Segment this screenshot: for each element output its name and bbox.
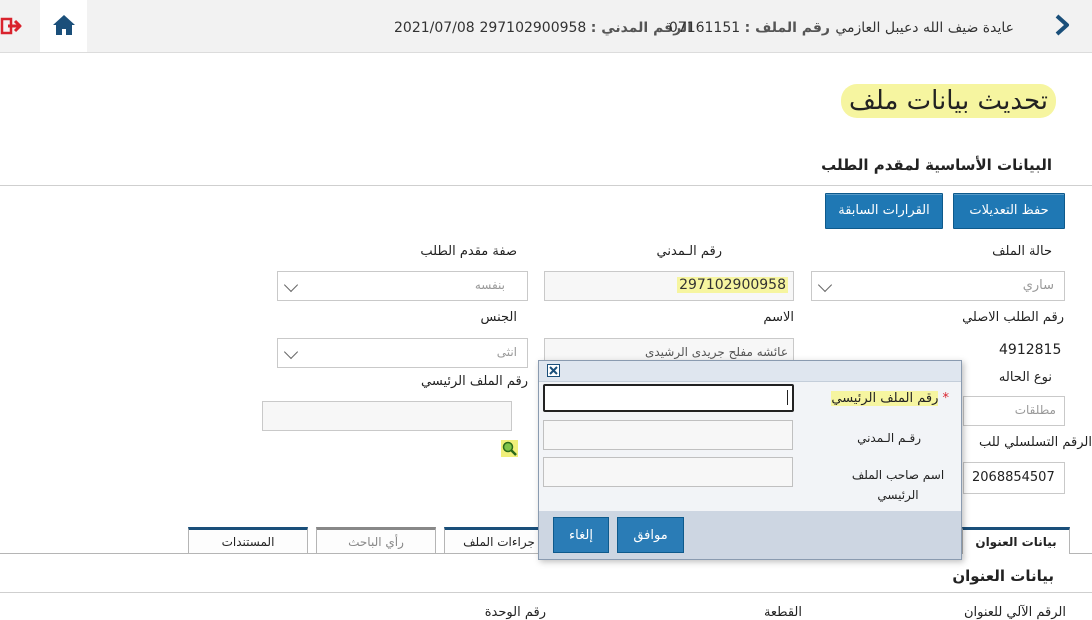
address-auto-number-label: الرقم الآلي للعنوان — [963, 605, 1066, 620]
chevron-down-icon — [283, 344, 299, 360]
case-type-label: نوع الحاله — [998, 370, 1052, 385]
header-date: 2021/07/08 — [394, 20, 475, 36]
dialog-close-button[interactable] — [547, 364, 560, 377]
applicant-role-label: صفة مقدم الطلب — [420, 244, 517, 259]
gender-value: انثى — [496, 345, 517, 359]
gender-label: الجنس — [480, 310, 517, 325]
header-civil-id-value: 297102900958 — [479, 20, 587, 36]
civil-id-field[interactable]: 297102900958 — [544, 271, 794, 301]
dialog-cancel-button[interactable]: إلغاء — [553, 517, 609, 553]
header-user-name: عايدة ضيف الله دعيبل العازمي — [835, 20, 1014, 36]
original-request-label: رقم الطلب الاصلي — [962, 310, 1064, 325]
address-unit-label: رقم الوحدة — [484, 605, 546, 620]
serial-label: الرقم التسلسلي للب — [978, 435, 1092, 450]
save-changes-button[interactable]: حفظ التعديلات — [953, 193, 1065, 229]
header-civil-id: الرقم المدني : 297102900958 — [479, 20, 692, 36]
chevron-down-icon — [817, 277, 833, 293]
main-file-label: رقم الملف الرئيسي — [421, 374, 528, 389]
home-button[interactable] — [40, 0, 87, 52]
case-type-value: مطلقات — [1014, 403, 1056, 417]
chevron-down-icon — [283, 277, 299, 293]
page-title: تحديث بيانات ملف — [840, 84, 1056, 118]
header-file-number-label: رقم الملف : — [744, 20, 830, 36]
tab-researcher-opinion[interactable]: رأي الباحث — [316, 527, 436, 554]
search-lookup-button[interactable] — [501, 440, 518, 457]
header-file-number: رقم الملف : 07161151 — [669, 20, 830, 36]
applicant-role-value: بنفسه — [474, 278, 505, 292]
tab-documents[interactable]: المستندات — [188, 527, 308, 554]
header-file-number-value: 07161151 — [668, 20, 741, 36]
case-type-field[interactable]: مطلقات — [963, 396, 1065, 426]
dialog-main-file-label: * رقم الملف الرئيسي — [831, 391, 949, 406]
civil-id-label: رقم الـمدني — [656, 244, 722, 259]
dialog-main-file-input[interactable] — [543, 384, 794, 412]
section-divider — [0, 185, 1092, 186]
logout-icon[interactable] — [0, 14, 24, 38]
dialog-owner-name-label: اسم صاحب الملف الرئيسي — [851, 468, 945, 502]
required-mark: * — [942, 391, 950, 406]
tab-address[interactable]: بيانات العنوان — [962, 527, 1070, 554]
dialog-civil-id-input[interactable] — [543, 420, 793, 450]
file-status-select[interactable]: ساري — [811, 271, 1065, 301]
search-icon — [502, 441, 517, 456]
dialog-ok-button[interactable]: موافق — [617, 517, 684, 553]
dialog-main-file-label-text: رقم الملف الرئيسي — [831, 391, 939, 406]
section-title: البيانات الأساسية لمقدم الطلب — [821, 156, 1052, 174]
close-icon — [549, 366, 558, 375]
serial-value: 2068854507 — [972, 470, 1055, 485]
dialog-owner-name-input[interactable] — [543, 457, 793, 487]
previous-decisions-button[interactable]: القرارات السابقة — [825, 193, 943, 229]
original-request-value: 4912815 — [999, 342, 1062, 358]
text-cursor — [787, 390, 788, 405]
file-status-label: حالة الملف — [992, 244, 1052, 259]
dialog-titlebar — [539, 361, 961, 382]
applicant-role-select[interactable]: بنفسه — [277, 271, 528, 301]
back-chevron-icon[interactable] — [1052, 14, 1070, 36]
name-value: عائشه مفلح جريدى الرشيدى — [644, 345, 788, 359]
civil-id-value: 297102900958 — [677, 277, 788, 293]
name-label: الاسم — [763, 310, 794, 325]
home-icon — [53, 15, 75, 35]
address-section-title: بيانات العنوان — [952, 567, 1054, 585]
main-file-lookup-dialog: * رقم الملف الرئيسي رقـم الـمدني اسم صاح… — [538, 360, 962, 560]
address-block-label: القطعة — [763, 605, 802, 620]
main-file-field[interactable] — [262, 401, 512, 431]
serial-field[interactable]: 2068854507 — [963, 462, 1065, 494]
address-divider — [0, 592, 1092, 593]
dialog-civil-id-label: رقـم الـمدني — [857, 431, 921, 445]
file-status-value: ساري — [1022, 278, 1054, 293]
gender-select[interactable]: انثى — [277, 338, 528, 368]
